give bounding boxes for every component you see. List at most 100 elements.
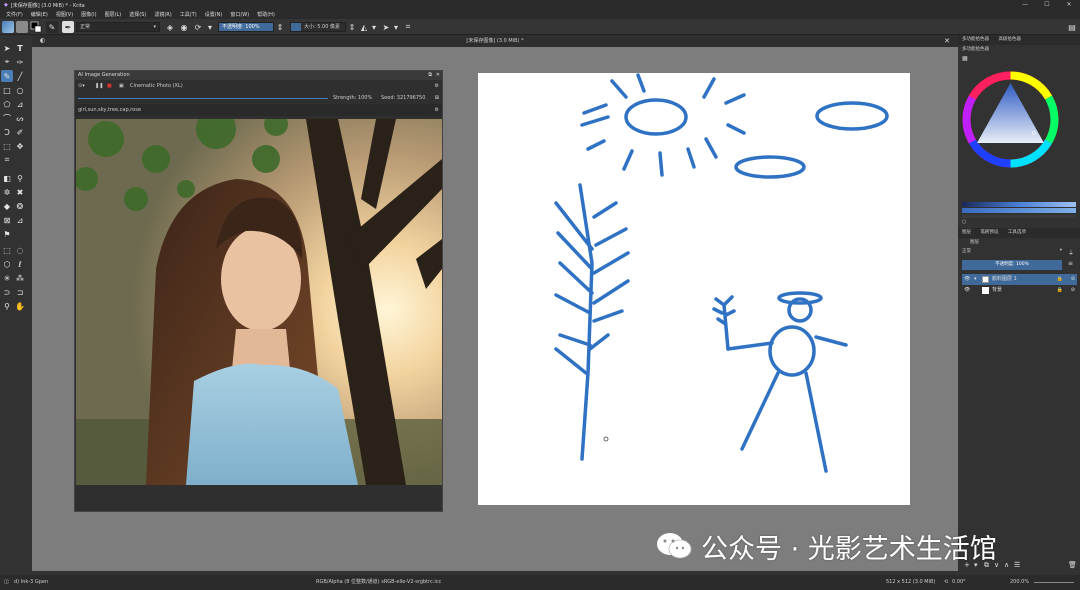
freehand-select-icon[interactable]: ℓ <box>14 258 26 270</box>
value-slider[interactable] <box>962 208 1076 213</box>
layer-blend-mode-select[interactable]: 正常 ▾ <box>962 248 1062 256</box>
pause-icon[interactable]: ❚❚ <box>95 80 103 92</box>
tab-advanced-color-selector[interactable]: 高级拾色器 <box>994 37 1025 42</box>
workspace-icon[interactable]: ▤ <box>1066 21 1078 33</box>
ellipse-tool-icon[interactable]: ○ <box>14 84 26 96</box>
tab-tool-options[interactable]: 工具选项 <box>1004 230 1030 235</box>
assistant-tool-icon[interactable]: ⊠ <box>1 214 13 226</box>
layer-row-background[interactable]: 👁 背景 🔒 ⊘ <box>962 285 1077 296</box>
menu-settings[interactable]: 设置(N) <box>201 11 227 18</box>
move-tool-icon[interactable]: ✥ <box>14 140 26 152</box>
preserve-alpha-icon[interactable]: ◉ <box>178 21 190 33</box>
select-shapes-icon[interactable]: ➤ <box>1 42 13 54</box>
transform-tool-icon[interactable]: ⬚ <box>1 140 13 152</box>
prompt-options-icon[interactable]: ⚙ <box>435 104 439 116</box>
dropdown-arrow-icon[interactable]: ▾ <box>392 21 400 33</box>
hue-slider[interactable] <box>962 202 1076 207</box>
smart-patch-icon[interactable]: ✖ <box>14 186 26 198</box>
bezier-select-icon[interactable]: ⊃ <box>1 286 13 298</box>
color-panel-settings-icon[interactable]: ▦ <box>962 55 968 62</box>
current-brush[interactable]: d) Ink-3 Gpen <box>14 575 48 590</box>
strength-slider[interactable]: Strength: 100% <box>333 92 372 104</box>
alpha-lock-icon[interactable]: ⊘ <box>1071 274 1075 285</box>
fg-bg-color-icon[interactable] <box>30 21 42 33</box>
lock-icon[interactable]: 🔒 <box>1057 274 1063 285</box>
stop-icon[interactable]: ■ <box>107 80 112 92</box>
layer-row-paint[interactable]: 👁 ▾ 颜料图层 1 🔒 ⊘ <box>962 274 1077 285</box>
dynamic-brush-icon[interactable]: Ↄ <box>1 126 13 138</box>
freehand-brush-icon[interactable]: ✎ <box>1 70 13 82</box>
tab-multi-color-selector[interactable]: 多功能拾色器 <box>958 37 993 42</box>
spin-arrows-icon[interactable]: ⇕ <box>348 21 356 33</box>
fill-tool-icon[interactable]: ◆ <box>1 200 13 212</box>
alpha-lock-icon[interactable]: ⊘ <box>1071 285 1075 296</box>
menu-tools[interactable]: 工具(T) <box>176 11 201 18</box>
filter-icon[interactable]: ⏚ <box>1068 248 1074 257</box>
rect-select-icon[interactable]: ⬚ <box>1 244 13 256</box>
similar-select-icon[interactable]: ⁂ <box>14 272 26 284</box>
pattern-preset-icon[interactable] <box>16 21 28 33</box>
gradient-tool-icon[interactable]: ◧ <box>1 172 13 184</box>
ellipse-select-icon[interactable]: ◌ <box>14 244 26 256</box>
reference-images-icon[interactable]: ⚑ <box>1 228 13 240</box>
close-window-button[interactable]: ✕ <box>1058 0 1080 10</box>
menu-help[interactable]: 帮助(H) <box>253 11 279 18</box>
polygon-tool-icon[interactable]: ⬠ <box>1 98 13 110</box>
polyline-tool-icon[interactable]: ⊿ <box>14 98 26 110</box>
seed-field[interactable]: Seed: 321796750 <box>381 92 425 104</box>
polygon-select-icon[interactable]: ⬡ <box>1 258 13 270</box>
close-document-icon[interactable]: ✕ <box>944 35 950 47</box>
delete-layer-icon[interactable]: 🗑 <box>1068 561 1077 569</box>
text-tool-icon[interactable]: T <box>14 42 26 54</box>
float-panel-icon[interactable]: ⧉ <box>428 71 432 80</box>
menu-filter[interactable]: 滤镜(R) <box>150 11 175 18</box>
generate-icon[interactable]: ⊙▾ <box>78 80 85 92</box>
pan-tool-icon[interactable]: ✋ <box>14 300 26 312</box>
rotation-value[interactable]: 0.00° <box>952 575 966 590</box>
menu-file[interactable]: 文件(F) <box>2 11 27 18</box>
visibility-eye-icon[interactable]: 👁 <box>964 274 970 285</box>
visibility-eye-icon[interactable]: 👁 <box>964 285 970 296</box>
eraser-mode-icon[interactable]: ◈ <box>164 21 176 33</box>
calligraphy-icon[interactable]: ✑ <box>14 56 26 68</box>
layer-name[interactable]: 背景 <box>992 285 1002 296</box>
gradient-preset-icon[interactable] <box>2 21 14 33</box>
layer-opacity-slider[interactable]: 不透明度: 100% <box>962 260 1062 270</box>
minimize-button[interactable]: — <box>1014 0 1036 10</box>
enclose-fill-icon[interactable]: ❂ <box>14 200 26 212</box>
freehand-path-icon[interactable]: ᔕ <box>14 112 26 124</box>
reload-preset-icon[interactable]: ⟳ <box>192 21 204 33</box>
rectangle-tool-icon[interactable]: □ <box>1 84 13 96</box>
color-picker-icon[interactable]: ⚲ <box>14 172 26 184</box>
spin-arrows-icon[interactable]: ⇕ <box>276 21 284 33</box>
zoom-tool-icon[interactable]: ⚲ <box>1 300 13 312</box>
blend-mode-select[interactable]: 正常 ▾ <box>76 22 160 32</box>
layer-name[interactable]: 颜料图层 1 <box>992 274 1017 285</box>
multibrush-icon[interactable]: ✐ <box>14 126 26 138</box>
menu-image[interactable]: 图像(I) <box>77 11 100 18</box>
generated-image[interactable] <box>76 119 442 485</box>
opacity-slider[interactable]: 不透明度: 100% <box>218 22 274 32</box>
brush-thumbnail-icon[interactable]: ✒ <box>62 21 74 33</box>
edit-shapes-icon[interactable]: ⌖ <box>1 56 13 68</box>
color-history-bar[interactable] <box>962 215 1076 218</box>
close-panel-icon[interactable]: ✕ <box>436 71 440 80</box>
style-select[interactable]: Cinematic Photo (XL) <box>130 80 183 92</box>
mirror-horizontal-icon[interactable]: ◭ <box>358 21 370 33</box>
brush-size-slider[interactable]: 大小: 5.00 像素 <box>290 22 346 32</box>
line-tool-icon[interactable]: ╱ <box>14 70 26 82</box>
mirror-vertical-icon[interactable]: ➤ <box>380 21 392 33</box>
menu-layer[interactable]: 图层(L) <box>101 11 126 18</box>
menu-edit[interactable]: 编辑(E) <box>27 11 52 18</box>
dropdown-arrow-icon[interactable]: ▾ <box>206 21 214 33</box>
prompt-input[interactable]: girl,sun,sky,tree,cap,rose <box>78 104 141 116</box>
color-wheel[interactable] <box>962 71 1059 168</box>
history-settings-icon[interactable]: ○ <box>962 219 966 225</box>
crop-tool-icon[interactable]: ⌗ <box>1 154 13 166</box>
contiguous-select-icon[interactable]: ✳ <box>1 272 13 284</box>
expand-icon[interactable]: ▾ <box>974 274 977 285</box>
magnetic-select-icon[interactable]: ⊐ <box>14 286 26 298</box>
layer-menu-icon[interactable]: ≡ <box>1068 260 1073 267</box>
dice-icon[interactable]: ⚅ <box>435 92 439 104</box>
document-tab[interactable]: ◐ [未保存图像] (3.0 MiB) * ✕ <box>32 35 958 47</box>
